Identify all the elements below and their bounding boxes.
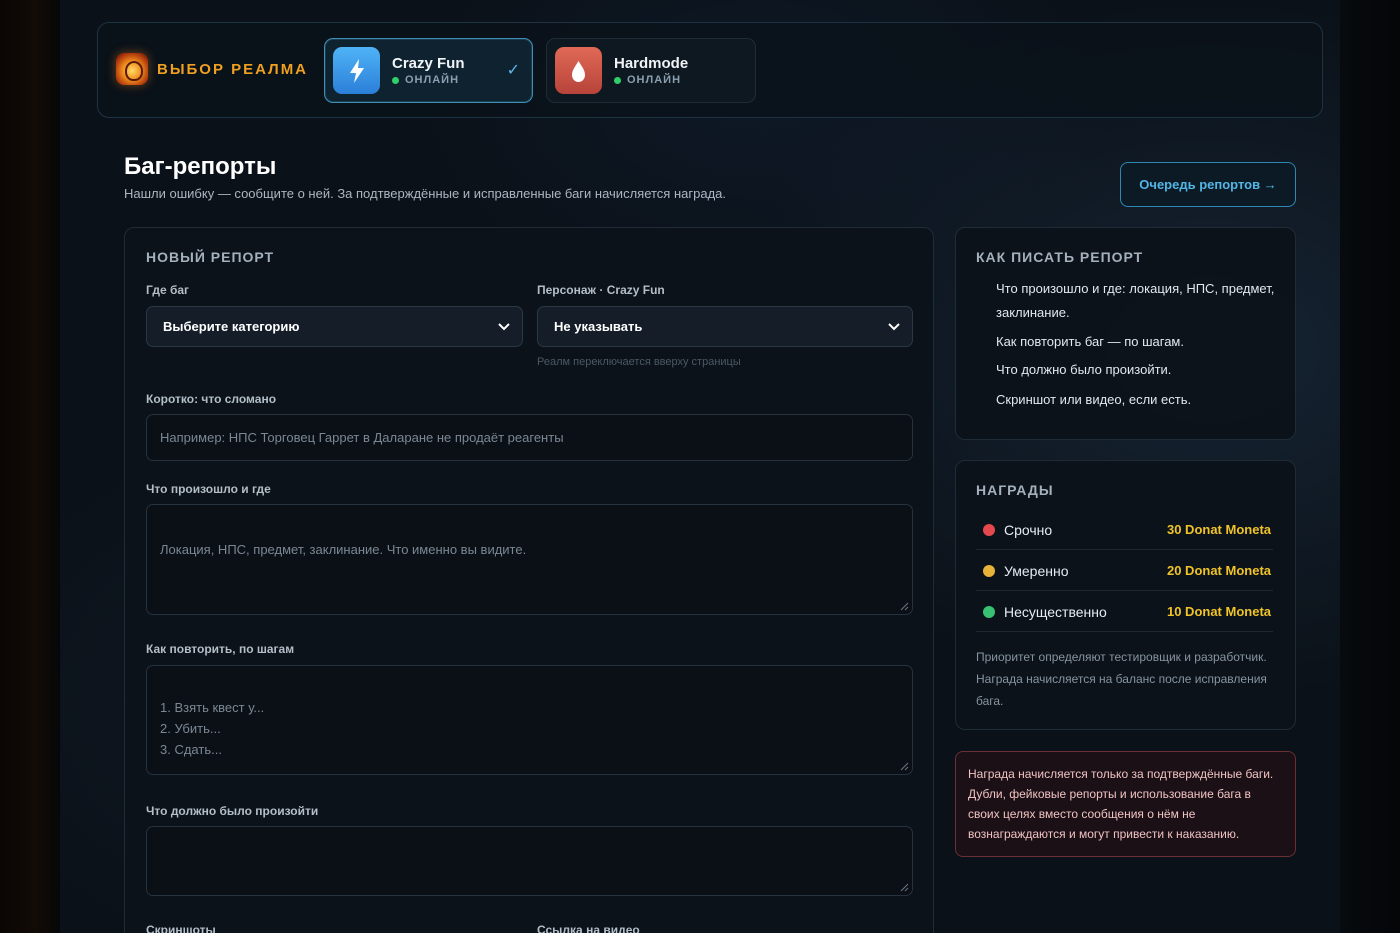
page-subtitle: Нашли ошибку — сообщите о ней. За подтве… bbox=[124, 186, 726, 201]
summary-label: Коротко: что сломано bbox=[146, 392, 277, 406]
warning-text: Награда начисляется только за подтверждё… bbox=[968, 767, 1274, 841]
realm-card-crazy-fun[interactable]: Crazy Fun ОНЛАЙН ✓ bbox=[324, 38, 533, 103]
resize-handle-icon[interactable] bbox=[900, 602, 909, 611]
page-title: Баг-репорты bbox=[124, 153, 277, 180]
what-happened-label: Что произошло и где bbox=[146, 482, 271, 496]
reward-priority: Умеренно bbox=[1004, 562, 1069, 579]
priority-dot-icon bbox=[983, 605, 995, 618]
realm-name: Crazy Fun bbox=[392, 55, 465, 72]
realm-status-online: ОНЛАЙН bbox=[392, 74, 459, 86]
rewards-note: Приоритет определяют тестировщик и разра… bbox=[976, 650, 1267, 708]
reward-amount: 10 Donat Moneta bbox=[1166, 604, 1271, 619]
character-label: Персонаж · Crazy Fun bbox=[537, 283, 665, 297]
category-select[interactable]: Выберите категорию bbox=[146, 306, 523, 347]
checkmark-icon: ✓ bbox=[506, 62, 520, 79]
expected-textarea[interactable] bbox=[146, 826, 913, 896]
realm-logo-icon bbox=[116, 53, 148, 85]
character-select[interactable]: Не указывать bbox=[537, 306, 913, 347]
summary-input[interactable]: Например: НПС Торговец Гаррет в Даларане… bbox=[146, 414, 913, 461]
category-label: Где баг bbox=[146, 283, 190, 297]
priority-dot-icon bbox=[983, 523, 995, 536]
reward-amount: 20 Donat Moneta bbox=[1166, 563, 1271, 578]
expected-label: Что должно было произойти bbox=[146, 804, 319, 818]
steps-textarea[interactable]: 1. Взять квест у... 2. Убить... 3. Сдать… bbox=[146, 665, 913, 775]
tip-item: Скриншот или видео, если есть. bbox=[996, 392, 1192, 407]
reward-row-minor: Несущественно 10 Donat Moneta bbox=[976, 592, 1273, 632]
what-happened-placeholder: Локация, НПС, предмет, заклинание. Что и… bbox=[160, 542, 527, 557]
realm-name: Hardmode bbox=[614, 55, 689, 72]
chevron-down-icon bbox=[888, 323, 900, 331]
character-select-value: Не указывать bbox=[554, 319, 643, 334]
priority-dot-icon bbox=[983, 564, 995, 577]
realm-selector-title: ВЫБОР РЕАЛМА bbox=[157, 61, 309, 78]
resize-handle-icon[interactable] bbox=[900, 883, 909, 892]
screenshots-label: Скриншоты bbox=[146, 923, 216, 933]
rewards-title: НАГРАДЫ bbox=[976, 482, 1054, 498]
reward-priority: Срочно bbox=[1004, 521, 1053, 538]
resize-handle-icon[interactable] bbox=[900, 762, 909, 771]
report-queue-button[interactable]: Очередь репортов → bbox=[1120, 162, 1296, 207]
reward-row-moderate: Умеренно 20 Donat Moneta bbox=[976, 551, 1273, 591]
flame-drop-icon bbox=[555, 47, 602, 94]
tip-item: Что произошло и где: локация, НПС, предм… bbox=[996, 281, 1275, 320]
reward-amount: 30 Donat Moneta bbox=[1166, 522, 1271, 537]
realm-status-online: ОНЛАЙН bbox=[614, 74, 681, 86]
lightning-icon bbox=[333, 47, 380, 94]
background-left-edge bbox=[0, 0, 60, 933]
character-hint: Реалм переключается вверху страницы bbox=[537, 356, 741, 368]
tip-item: Что должно было произойти. bbox=[996, 362, 1172, 377]
reward-row-urgent: Срочно 30 Donat Moneta bbox=[976, 510, 1273, 550]
background-right-edge bbox=[1340, 0, 1400, 933]
steps-label: Как повторить, по шагам bbox=[146, 642, 295, 656]
tip-item: Как повторить баг — по шагам. bbox=[996, 334, 1184, 349]
realm-card-hardmode[interactable]: Hardmode ОНЛАЙН bbox=[546, 38, 756, 103]
reward-priority: Несущественно bbox=[1004, 603, 1107, 620]
new-report-title: НОВЫЙ РЕПОРТ bbox=[146, 249, 275, 265]
category-select-value: Выберите категорию bbox=[163, 319, 300, 334]
chevron-down-icon bbox=[498, 323, 510, 331]
steps-placeholder: 1. Взять квест у... 2. Убить... 3. Сдать… bbox=[160, 700, 265, 757]
how-to-write-title: КАК ПИСАТЬ РЕПОРТ bbox=[976, 249, 1144, 265]
video-link-label: Ссылка на видео bbox=[537, 923, 640, 933]
what-happened-textarea[interactable]: Локация, НПС, предмет, заклинание. Что и… bbox=[146, 504, 913, 615]
